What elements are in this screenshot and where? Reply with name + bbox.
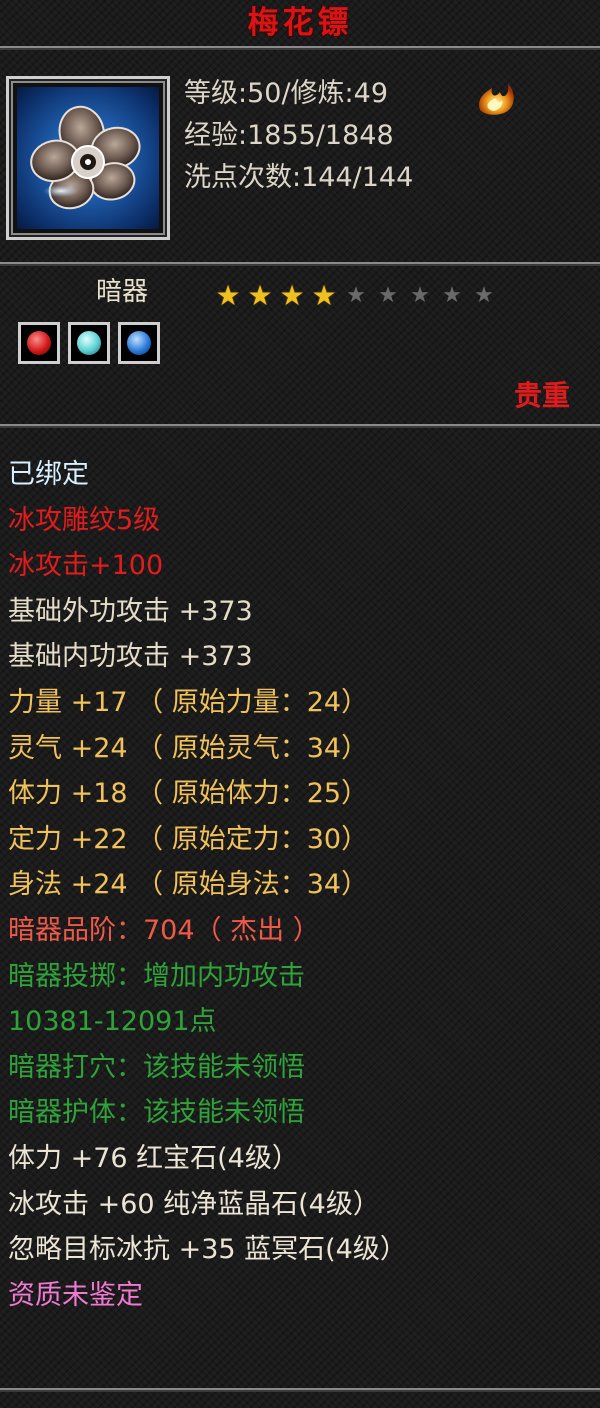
- star-filled-icon: ★: [215, 279, 241, 312]
- divider: [0, 46, 600, 50]
- attribute-line: 体力 +18 （ 原始体力：25）: [8, 778, 369, 810]
- star-empty-icon: ★: [410, 283, 430, 308]
- divider: [0, 262, 600, 266]
- attribute-line: 暗器投掷：增加内功攻击: [8, 960, 305, 992]
- star-empty-icon: ★: [378, 283, 398, 308]
- attribute-line: 已绑定: [8, 459, 89, 490]
- attribute-line: 冰攻雕纹5级: [8, 504, 161, 536]
- star-empty-icon: ★: [442, 283, 462, 308]
- star-empty-icon: ★: [474, 283, 494, 308]
- attribute-line: 冰攻击 +60 纯净蓝晶石(4级）: [8, 1188, 380, 1220]
- item-icon-frame: [6, 76, 170, 240]
- attribute-line: 暗器护体：该技能未领悟: [8, 1097, 305, 1129]
- level-cultivation: 等级:50/修炼:49: [184, 78, 389, 109]
- attribute-line: 体力 +76 红宝石(4级）: [8, 1142, 299, 1174]
- red-gem-icon: [18, 322, 60, 364]
- attribute-line: 灵气 +24 （ 原始灵气：34）: [8, 732, 369, 764]
- star-empty-icon: ★: [346, 283, 366, 308]
- wash-count: 洗点次数:144/144: [184, 162, 414, 193]
- item-type: 暗器: [96, 277, 149, 307]
- star-filled-icon: ★: [279, 279, 305, 312]
- attribute-line: 基础内功攻击 +373: [8, 641, 253, 673]
- rarity-label: 贵重: [513, 379, 570, 412]
- item-name-title: 梅花镖: [247, 5, 353, 41]
- item-tooltip: 梅花镖 等级:50/修炼:49 经验:1855/1848 洗点次数:144/14…: [0, 0, 600, 1408]
- blue-gem-icon: [118, 322, 160, 364]
- experience: 经验:1855/1848: [184, 120, 394, 151]
- attribute-line: 基础外功攻击 +373: [8, 595, 253, 627]
- plum-blossom-dart-icon: [17, 87, 159, 229]
- attribute-list: 已绑定冰攻雕纹5级 冰攻击+100 基础外功攻击 +373 基础内功攻击 +373 力量…: [8, 452, 598, 1318]
- attribute-line: 10381-12091点: [8, 1006, 217, 1038]
- divider: [0, 1388, 600, 1392]
- attribute-line: 忽略目标冰抗 +35 蓝冥石(4级）: [8, 1234, 407, 1266]
- gem-slots: [18, 322, 168, 364]
- divider: [0, 424, 600, 428]
- attribute-line: 暗器品阶：704（ 杰出 ）: [8, 914, 320, 946]
- attribute-line: 暗器打穴：该技能未领悟: [8, 1051, 305, 1083]
- attribute-line: 身法 +24 （ 原始身法：34）: [8, 869, 369, 901]
- attribute-line: 冰攻击+100: [8, 550, 164, 582]
- star-rating: ★ ★ ★ ★ ★ ★ ★ ★ ★: [212, 282, 500, 310]
- cyan-gem-icon: [68, 322, 110, 364]
- star-filled-icon: ★: [247, 279, 273, 312]
- fire-element-icon: [470, 70, 520, 120]
- attribute-line: 力量 +17 （ 原始力量：24）: [8, 686, 369, 718]
- attribute-line: 资质未鉴定: [8, 1279, 143, 1311]
- star-filled-icon: ★: [311, 279, 337, 312]
- attribute-line: 定力 +22 （ 原始定力：30）: [8, 823, 369, 855]
